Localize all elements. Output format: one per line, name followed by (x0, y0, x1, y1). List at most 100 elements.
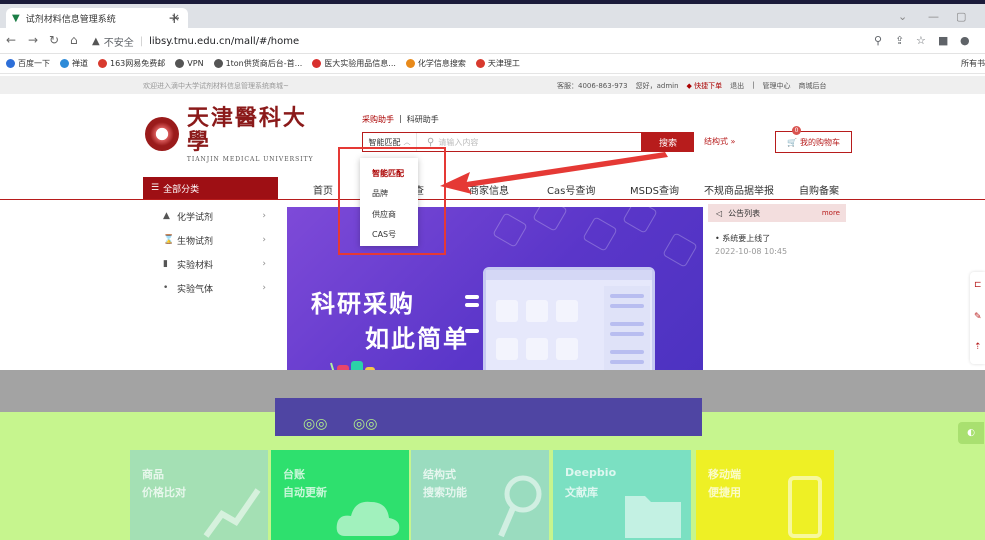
bookmark-icon (312, 59, 322, 68)
top-float-icon[interactable]: ⇡ (974, 342, 982, 352)
all-categories-label: 全部分类 (163, 184, 200, 195)
star-icon[interactable]: ☆ (916, 34, 926, 47)
browser-tab[interactable]: ▼ 试剂材料信息管理系统 × (6, 8, 188, 28)
chart-icon (203, 488, 261, 538)
back-icon[interactable]: ← (6, 33, 16, 47)
cart-button[interactable]: 🛒 我的购物车 (775, 131, 852, 153)
profile-icon[interactable]: ● (960, 34, 970, 47)
bookmark-icon (213, 59, 223, 68)
nav-underline (0, 199, 985, 200)
bookmarks-bar: 百度一下 禅道 163网易免费邮 VPN 1ton供货商后台-首... 医大实验用品信息.… (0, 54, 985, 74)
bookmark-item[interactable]: 1ton供货商后台-首... (213, 58, 303, 69)
assistant-tabs: 采购助手 | 科研助手 (362, 114, 439, 125)
cloud-icon (336, 501, 400, 536)
hex-decoration (532, 207, 568, 232)
url-field[interactable]: ▲ 不安全 | libsy.tmu.edu.cn/mall/#/home (92, 31, 862, 51)
restore-icon[interactable]: ▢ (956, 10, 966, 23)
chevron-right-icon: › (262, 235, 266, 245)
university-seal-icon (145, 117, 179, 151)
announcement-date: 2022-10-08 10:45 (715, 247, 788, 256)
welcome-text: 欢迎进入滴中大学试剂材料信息管理系统商城~ (143, 82, 289, 90)
bookmark-item[interactable]: VPN (175, 59, 204, 68)
new-tab-button[interactable]: + (168, 9, 181, 27)
banner-bottom-strip: ◎◎ ◎◎ (275, 398, 702, 436)
hex-decoration (492, 212, 528, 248)
chevron-up-icon: ︿ (403, 138, 411, 146)
nav-home[interactable]: 首页 (313, 182, 333, 197)
search-button[interactable]: 搜索 (642, 132, 694, 152)
feature-tile[interactable]: 移动端 便捷用 (696, 450, 834, 540)
category-item[interactable]: ▲ 化学试剂 › (143, 204, 278, 228)
bookmark-item[interactable]: 天津理工 (475, 58, 520, 69)
search-placeholder: 请输入内容 (438, 137, 479, 147)
quick-order-link[interactable]: ◆ 快捷下单 (687, 81, 723, 91)
bookmark-label: 禅道 (72, 59, 88, 68)
zoom-icon[interactable]: ⚲ (874, 34, 882, 47)
category-item[interactable]: • 实验气体 › (143, 276, 278, 300)
tab-search-icon[interactable]: ⌄ (898, 10, 907, 23)
feature-subtitle: 价格比对 (142, 486, 186, 499)
bookmark-item[interactable]: 化学信息搜索 (405, 58, 466, 69)
category-item[interactable]: ⌛ 生物试剂 › (143, 228, 278, 252)
university-logo[interactable]: 天津醫科大學 TIANJIN MEDICAL UNIVERSITY (145, 106, 330, 163)
feature-tile[interactable]: 台账 自动更新 (271, 450, 409, 540)
category-label: 实验材料 (177, 260, 214, 271)
banner-subheadline: 如此简单 (365, 325, 469, 353)
bookmark-item[interactable]: 百度一下 (6, 58, 50, 69)
more-link[interactable]: more (822, 209, 840, 217)
annotation-arrow (440, 152, 668, 194)
minimize-icon[interactable]: — (928, 10, 939, 23)
all-bookmarks-link[interactable]: 所有书 (961, 58, 985, 69)
mall-backend-link[interactable]: 商城后台 (799, 81, 827, 91)
reload-icon[interactable]: ↻ (49, 33, 59, 47)
sidepanel-icon[interactable]: ■ (938, 34, 948, 47)
address-bar: ← → ↻ ⌂ ▲ 不安全 | libsy.tmu.edu.cn/mall/#/… (0, 28, 985, 54)
hex-decoration (582, 216, 618, 252)
all-categories-button[interactable]: ☰ 全部分类 (143, 177, 278, 199)
feature-subtitle: 文献库 (565, 486, 598, 499)
nav-report[interactable]: 不规商品据举报 (704, 182, 774, 197)
nav-self-purchase[interactable]: 自购备案 (799, 182, 839, 197)
feature-subtitle: 搜索功能 (423, 486, 467, 499)
bookmark-item[interactable]: 163网易免费邮 (98, 58, 165, 69)
insecure-label: 不安全 (103, 37, 134, 49)
announcement-item[interactable]: • 系统要上线了 (715, 233, 770, 244)
structure-search-link[interactable]: 结构式 » (704, 136, 735, 147)
greeting-text: 您好，admin (635, 82, 679, 90)
search-input[interactable]: ⚲ 请输入内容 (421, 133, 641, 151)
warning-icon: ▲ (92, 35, 100, 47)
side-chat-icon[interactable]: ◐ (958, 422, 984, 444)
edit-float-icon[interactable]: ✎ (974, 312, 982, 322)
share-icon[interactable]: ⇪ (895, 34, 904, 47)
bookmark-label: VPN (187, 59, 204, 68)
logo-english-name: TIANJIN MEDICAL UNIVERSITY (186, 155, 314, 163)
bookmark-label: 1ton供货商后台-首... (225, 59, 303, 68)
bookmark-label: 医大实验用品信息... (324, 59, 396, 68)
feature-tile[interactable]: 结构式 搜索功能 (411, 450, 549, 540)
cart-float-icon[interactable]: ⊏ (974, 280, 982, 290)
category-item[interactable]: ▮ 实验材料 › (143, 252, 278, 276)
folder-icon (625, 496, 681, 538)
hex-decoration (662, 232, 698, 268)
bookmark-item[interactable]: 医大实验用品信息... (312, 58, 396, 69)
bookmark-icon (175, 59, 185, 68)
manage-center-link[interactable]: 管理中心 (763, 81, 791, 91)
tab-bar: ▼ 试剂材料信息管理系统 × + ⌄ — ▢ (0, 4, 985, 28)
feature-tile[interactable]: Deepbio 文献库 (553, 450, 691, 540)
forward-icon[interactable]: → (28, 33, 38, 47)
tab-research-assistant[interactable]: 科研助手 (407, 114, 439, 125)
feature-subtitle: 自动更新 (283, 486, 327, 499)
home-icon[interactable]: ⌂ (70, 33, 78, 47)
tab-purchase-assistant[interactable]: 采购助手 (362, 114, 394, 125)
announcement-title: 公告列表 (728, 208, 761, 218)
mobile-icon (788, 476, 822, 538)
hex-decoration (622, 207, 658, 234)
search-icon: ⚲ (427, 136, 435, 148)
feature-title: 商品 (142, 468, 164, 481)
category-label: 实验气体 (177, 284, 214, 295)
bookmark-label: 163网易免费邮 (110, 59, 166, 68)
feature-tile[interactable]: 商品 价格比对 (130, 450, 268, 540)
bookmark-item[interactable]: 禅道 (60, 58, 88, 69)
bookmark-icon (60, 59, 69, 68)
logout-link[interactable]: 退出 (730, 81, 744, 91)
